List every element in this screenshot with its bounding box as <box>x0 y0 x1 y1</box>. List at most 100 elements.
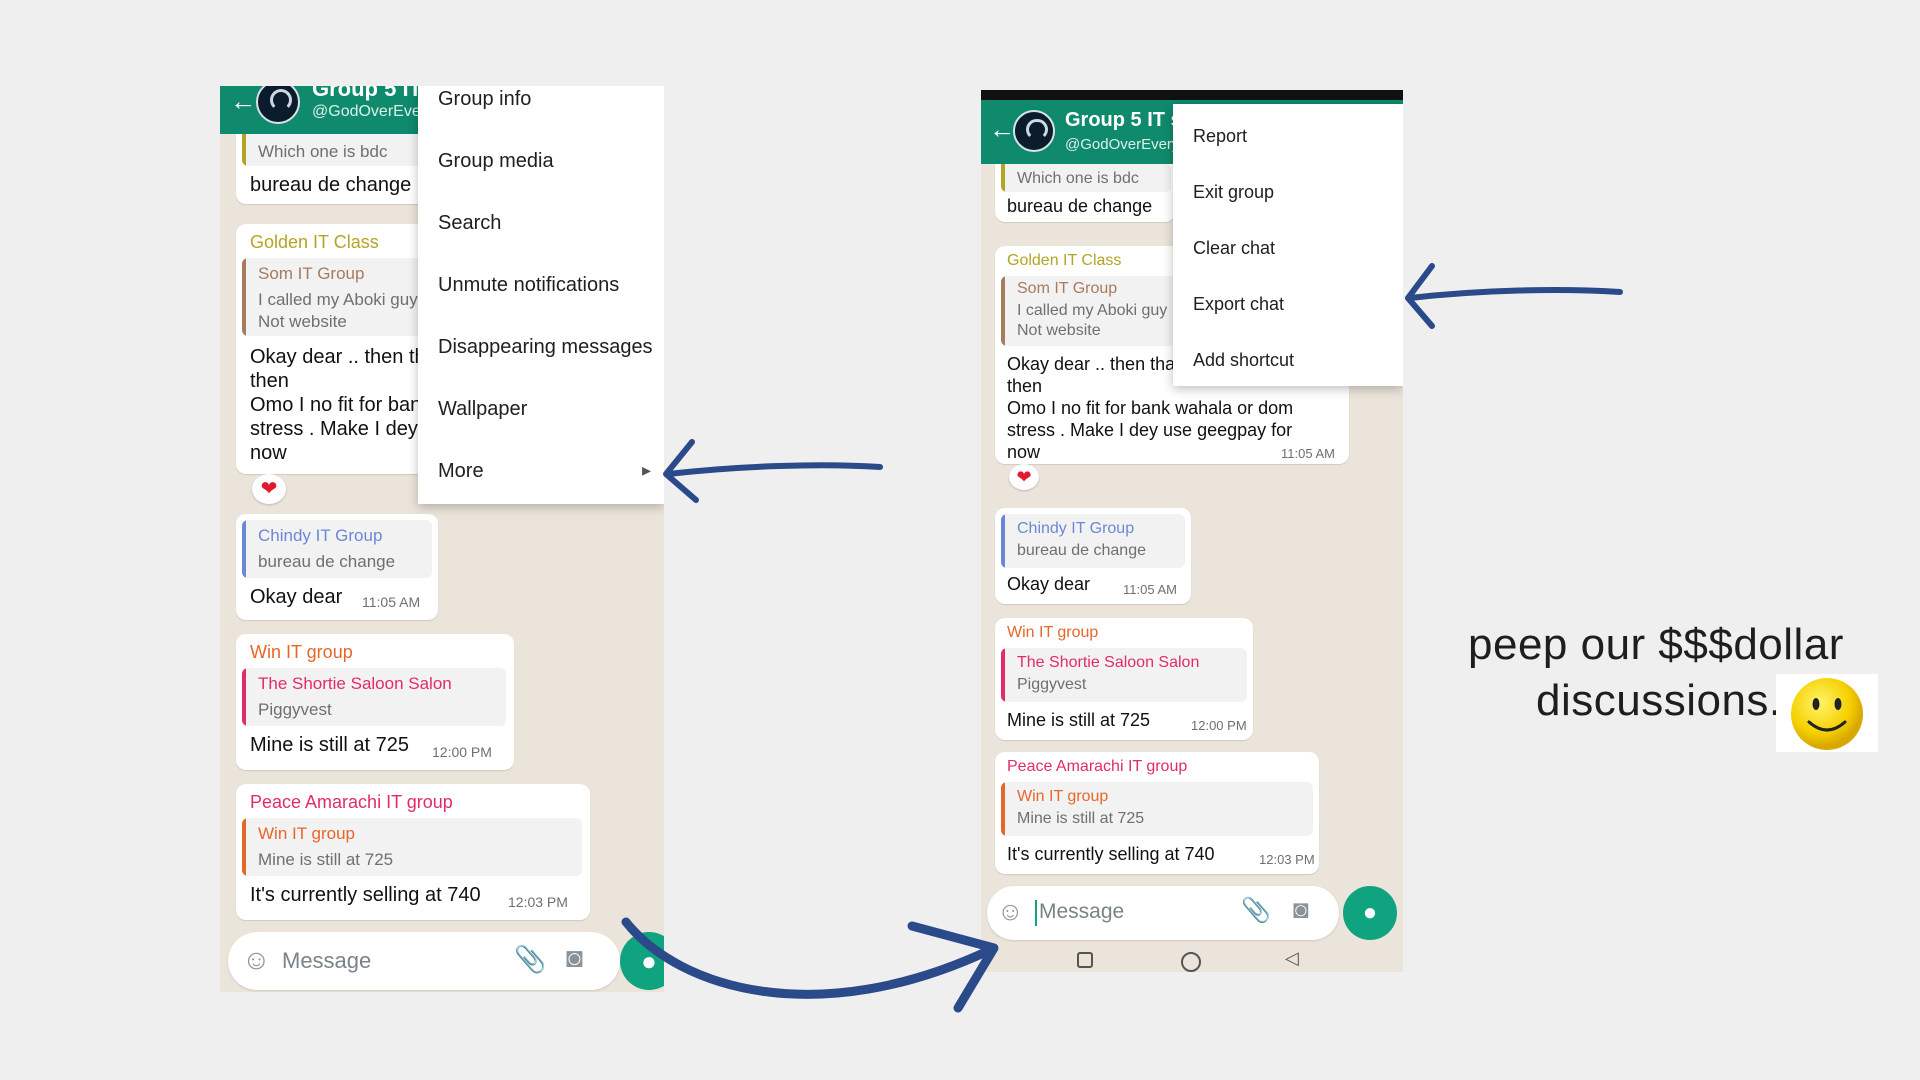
message-input[interactable]: Message <box>282 948 371 974</box>
quoted-message[interactable]: The Shortie Saloon Salon Piggyvest <box>1001 648 1247 702</box>
quoted-message[interactable]: Win IT group Mine is still at 725 <box>1001 782 1313 836</box>
menu-item-report[interactable]: Report <box>1173 116 1403 156</box>
sender-name: Golden IT Class <box>250 232 379 252</box>
quote-text: Not website <box>258 312 347 331</box>
quote-text: bureau de change <box>1017 542 1146 559</box>
message-bubble[interactable]: Peace Amarachi IT group Win IT group Min… <box>995 752 1319 874</box>
quote-sender: Chindy IT Group <box>258 526 383 545</box>
heart-reaction[interactable]: ❤ <box>1009 464 1039 490</box>
message-bubble[interactable]: Which one is bdc bureau de change <box>995 164 1175 222</box>
message-bubble[interactable]: Chindy IT Group bureau de change Okay de… <box>995 508 1191 604</box>
smiley-face-icon <box>1776 674 1878 752</box>
arrow-to-export-chat <box>1407 287 1623 301</box>
message-input[interactable]: Message <box>1039 900 1124 924</box>
message-text: Mine is still at 725 <box>250 734 409 756</box>
back-nav-icon[interactable]: ◁ <box>1285 948 1299 969</box>
message-text: Mine is still at 725 <box>1007 710 1151 730</box>
home-icon[interactable] <box>1181 952 1201 972</box>
menu-item-exit-group[interactable]: Exit group <box>1173 172 1403 212</box>
overflow-menu: Group info Group media Search Unmute not… <box>418 86 664 504</box>
group-subtitle: @GodOverEvery <box>312 103 435 120</box>
microphone-icon[interactable]: ● <box>1343 886 1397 940</box>
message-bubble[interactable]: Chindy IT Group bureau de change Okay de… <box>236 514 438 620</box>
quote-bar <box>242 520 246 578</box>
menu-item-clear-chat[interactable]: Clear chat <box>1173 228 1403 268</box>
menu-item-group-media[interactable]: Group media <box>418 148 664 190</box>
message-timestamp: 12:00 PM <box>1191 718 1247 733</box>
arrowhead-more <box>663 439 699 503</box>
emoji-icon[interactable]: ☺ <box>997 896 1024 927</box>
right-phone-screenshot: ← Group 5 IT s @GodOverEvery Which one i… <box>981 90 1403 972</box>
quote-bar <box>242 134 246 166</box>
arrow-to-more-item <box>665 462 883 477</box>
message-text: now <box>250 442 287 464</box>
quote-text: Piggyvest <box>1017 676 1087 693</box>
message-input-bar[interactable]: ☺ Message 📎 ◙ <box>228 932 620 990</box>
message-text: stress . Make I dey use geegpay for <box>1007 420 1293 440</box>
message-input-bar[interactable]: ☺ Message 📎 ◙ <box>987 886 1339 940</box>
quote-sender: Chindy IT Group <box>1017 520 1135 537</box>
group-title[interactable]: Group 5 IT s <box>1065 109 1182 132</box>
menu-item-wallpaper[interactable]: Wallpaper <box>418 396 664 438</box>
message-timestamp: 12:00 PM <box>432 744 492 760</box>
menu-item-disappearing-messages[interactable]: Disappearing messages <box>418 334 664 376</box>
quote-sender: Som IT Group <box>1017 280 1118 297</box>
menu-item-unmute-notifications[interactable]: Unmute notifications <box>418 272 664 314</box>
message-bubble[interactable]: Win IT group The Shortie Saloon Salon Pi… <box>236 634 514 770</box>
menu-item-export-chat[interactable]: Export chat <box>1173 284 1403 324</box>
message-timestamp: 11:05 AM <box>1123 582 1177 597</box>
menu-item-more[interactable]: More <box>418 458 664 500</box>
status-bar <box>981 90 1403 100</box>
recents-icon[interactable] <box>1077 952 1093 968</box>
quote-sender: Win IT group <box>258 824 356 843</box>
quote-sender: The Shortie Saloon Salon <box>258 674 452 693</box>
message-text: It's currently selling at 740 <box>250 884 481 906</box>
quoted-message[interactable]: Win IT group Mine is still at 725 <box>242 818 582 876</box>
quote-bar <box>1001 782 1005 836</box>
paperclip-icon[interactable]: 📎 <box>1241 896 1271 925</box>
message-text: then <box>250 370 289 392</box>
quote-bar <box>242 258 246 336</box>
quoted-message[interactable]: Chindy IT Group bureau de change <box>242 520 432 578</box>
quoted-message[interactable]: Chindy IT Group bureau de change <box>1001 514 1185 568</box>
group-avatar[interactable] <box>256 86 300 124</box>
sender-name: Win IT group <box>250 642 353 662</box>
quote-text: I called my Aboki guy <box>1017 302 1168 319</box>
quote-text: Mine is still at 725 <box>1017 810 1145 827</box>
message-timestamp: 12:03 PM <box>1259 852 1315 867</box>
message-bubble[interactable]: Win IT group The Shortie Saloon Salon Pi… <box>995 618 1253 740</box>
message-text: Okay dear <box>250 586 343 608</box>
quote-bar <box>242 818 246 876</box>
camera-icon[interactable]: ◙ <box>1293 894 1309 925</box>
menu-item-group-info[interactable]: Group info <box>418 86 664 128</box>
caption-line-1: peep our $$$dollar <box>1468 620 1844 669</box>
quote-text: Mine is still at 725 <box>258 850 394 869</box>
emoji-icon[interactable]: ☺ <box>242 944 271 976</box>
paperclip-icon[interactable]: 📎 <box>514 944 546 975</box>
camera-icon[interactable]: ◙ <box>566 942 583 974</box>
quote-sender: Som IT Group <box>258 264 365 283</box>
overflow-menu: Report Exit group Clear chat Export chat… <box>1173 104 1403 386</box>
message-text: bureau de change <box>1007 196 1153 216</box>
message-timestamp: 11:05 AM <box>1281 446 1335 461</box>
heart-reaction[interactable]: ❤ <box>252 474 286 504</box>
quoted-message[interactable]: Which one is bdc <box>1001 164 1171 192</box>
quote-text: Not website <box>1017 322 1101 339</box>
group-title[interactable]: Group 5 IT <box>312 86 422 102</box>
menu-item-search[interactable]: Search <box>418 210 664 252</box>
quote-text: bureau de change <box>258 552 396 571</box>
group-avatar[interactable] <box>1013 110 1055 152</box>
message-text: Okay dear .. then that <box>1007 354 1181 374</box>
sender-name: Win IT group <box>1007 624 1099 641</box>
quote-sender: The Shortie Saloon Salon <box>1017 654 1200 671</box>
quote-bar <box>1001 514 1005 568</box>
quoted-message[interactable]: The Shortie Saloon Salon Piggyvest <box>242 668 506 726</box>
menu-item-add-shortcut[interactable]: Add shortcut <box>1173 340 1403 380</box>
message-bubble[interactable]: Peace Amarachi IT group Win IT group Min… <box>236 784 590 920</box>
back-arrow-icon[interactable]: ← <box>230 86 256 117</box>
quote-bar <box>1001 164 1005 192</box>
quote-bar <box>1001 276 1005 346</box>
sender-name: Golden IT Class <box>1007 252 1122 269</box>
message-text: Okay dear .. then that <box>250 346 443 368</box>
back-arrow-icon[interactable]: ← <box>989 114 1015 145</box>
